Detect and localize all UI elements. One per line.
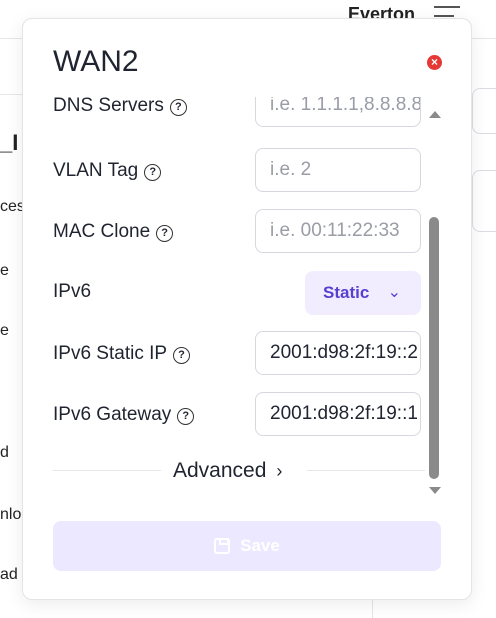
- field-ipv6-static-ip: IPv6 Static IP? 2001:d98:2f:19::2: [53, 331, 423, 375]
- modal-scroll-area[interactable]: DNS Servers? i.e. 1.1.1.1,8.8.8.8 VLAN T…: [23, 97, 423, 519]
- field-vlan-tag: VLAN Tag? i.e. 2: [53, 148, 423, 192]
- advanced-divider-left: [53, 470, 161, 471]
- bg-text-fragment: e: [0, 262, 9, 279]
- close-icon[interactable]: ×: [427, 55, 442, 70]
- field-ipv6-gateway: IPv6 Gateway? 2001:d98:2f:19::1: [53, 392, 423, 436]
- ipv6-mode-select[interactable]: Static ⌄: [305, 271, 421, 315]
- save-label: Save: [240, 536, 280, 555]
- field-label: IPv6 Static IP: [53, 343, 168, 364]
- field-label: VLAN Tag: [53, 160, 139, 181]
- field-label: DNS Servers: [53, 97, 164, 116]
- save-button[interactable]: Save: [53, 521, 441, 571]
- advanced-label: Advanced: [173, 459, 267, 482]
- scroll-up-arrow-icon[interactable]: [429, 111, 441, 118]
- help-icon[interactable]: ?: [169, 99, 187, 116]
- scrollbar-thumb[interactable]: [429, 217, 439, 479]
- bg-text-fragment: nlo: [0, 506, 22, 523]
- field-label: MAC Clone: [53, 221, 151, 242]
- advanced-divider-right: [307, 470, 425, 471]
- left-divider: [0, 94, 22, 95]
- floppy-disk-icon: [214, 538, 231, 554]
- modal-title: WAN2: [53, 45, 139, 78]
- bg-divider: [372, 600, 373, 618]
- bg-text-fragment: e: [0, 322, 9, 339]
- field-ipv6: IPv6 Static ⌄: [53, 269, 423, 315]
- bg-text-fragment: ad: [0, 566, 18, 583]
- field-dns-servers: DNS Servers? i.e. 1.1.1.1,8.8.8.8: [53, 97, 423, 127]
- field-label: IPv6 Gateway: [53, 404, 172, 425]
- field-mac-clone: MAC Clone? i.e. 00:11:22:33: [53, 209, 423, 253]
- vlan-tag-input[interactable]: i.e. 2: [255, 148, 421, 192]
- bg-text-fragment: _I: [0, 130, 19, 155]
- dns-servers-input[interactable]: i.e. 1.1.1.1,8.8.8.8: [255, 97, 421, 127]
- help-icon[interactable]: ?: [173, 347, 191, 364]
- wan-settings-modal: WAN2 × DNS Servers? i.e. 1.1.1.1,8.8.8.8…: [22, 18, 472, 600]
- chevron-down-icon: ⌄: [387, 284, 401, 301]
- advanced-toggle[interactable]: Advanced ›: [173, 459, 282, 483]
- chevron-right-icon: ›: [276, 461, 283, 481]
- ipv6-mode-value: Static: [323, 283, 370, 302]
- bg-panel-edge: [472, 88, 496, 134]
- help-icon[interactable]: ?: [156, 225, 174, 242]
- scroll-down-arrow-icon[interactable]: [429, 487, 441, 494]
- mac-clone-input[interactable]: i.e. 00:11:22:33: [255, 209, 421, 253]
- help-icon[interactable]: ?: [177, 408, 195, 425]
- bg-panel-edge: [472, 170, 496, 232]
- field-label: IPv6: [53, 281, 92, 302]
- scrollbar[interactable]: [427, 111, 441, 499]
- ipv6-gateway-input[interactable]: 2001:d98:2f:19::1: [255, 392, 421, 436]
- bg-text-fragment: d: [0, 444, 9, 461]
- help-icon[interactable]: ?: [144, 164, 162, 181]
- ipv6-static-ip-input[interactable]: 2001:d98:2f:19::2: [255, 331, 421, 375]
